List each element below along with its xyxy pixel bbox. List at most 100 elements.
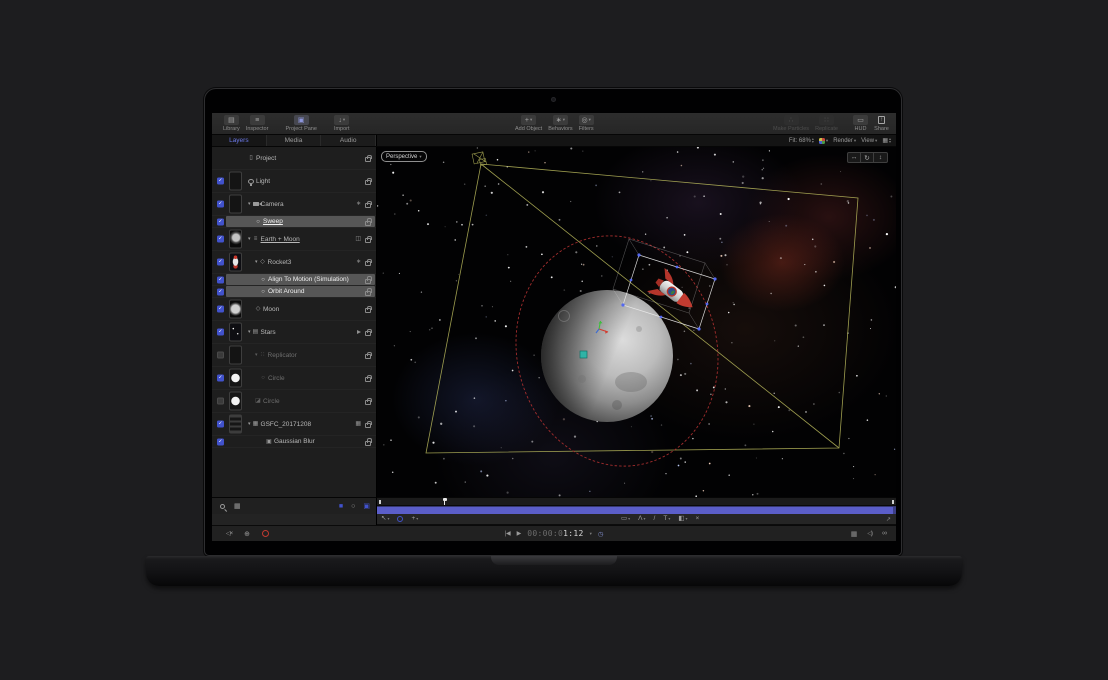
playhead[interactable] xyxy=(444,499,445,505)
tab-media[interactable]: Media xyxy=(267,135,322,146)
show-behaviors-toggle[interactable]: ○ xyxy=(351,503,355,510)
3d-view-tools[interactable]: ↔ ↻ ↕ xyxy=(847,152,888,163)
inspector-button[interactable]: ≡ Inspector xyxy=(246,113,269,134)
thumbnail-view-icon[interactable]: ▦ xyxy=(234,502,241,510)
chevron-down-icon[interactable]: ▾ xyxy=(590,531,592,537)
layer-row-sweep[interactable]: ✓○Sweep xyxy=(212,216,376,228)
rectangle-tool[interactable]: ▭▾ xyxy=(621,516,630,523)
layer-activation-checkbox[interactable]: ✓ xyxy=(217,218,224,225)
layer-activation-checkbox[interactable]: ✓ xyxy=(217,201,224,208)
layout-menu[interactable]: ▦▴▾ xyxy=(882,137,891,144)
layer-row-project[interactable]: ▯Project xyxy=(212,147,376,170)
add-object-button[interactable]: +▾ Add Object xyxy=(515,113,542,134)
layer-activation-checkbox[interactable]: ✓ xyxy=(217,438,224,445)
timecode-mode-icon[interactable]: ◷ xyxy=(598,530,604,538)
previous-frame-button[interactable]: |◀ xyxy=(504,531,510,537)
orbit-3d-icon[interactable]: ↻ xyxy=(861,153,874,162)
mute-icon[interactable]: ◁× xyxy=(226,530,232,537)
layer-activation-checkbox[interactable]: ✓ xyxy=(217,276,224,283)
project-pane-button[interactable]: ▣ Project Pane xyxy=(285,113,317,134)
layer-activation-checkbox[interactable] xyxy=(217,398,224,405)
filters-button[interactable]: ◎▾ Filters xyxy=(579,113,594,134)
layer-row-gsfc-20171208[interactable]: ✓▾▦GSFC_20171208▦ xyxy=(212,413,376,436)
show-layers-toggle[interactable]: ■ xyxy=(339,503,343,510)
search-icon[interactable] xyxy=(220,504,225,509)
replicate-button[interactable]: ∷ Replicate xyxy=(815,113,838,134)
layer-activation-checkbox[interactable]: ✓ xyxy=(217,178,224,185)
layer-activation-checkbox[interactable]: ✓ xyxy=(217,421,224,428)
out-point-marker[interactable] xyxy=(892,500,894,504)
lock-icon[interactable] xyxy=(365,441,371,446)
timeline-scrubber[interactable] xyxy=(377,497,896,506)
canvas-viewport[interactable]: Perspective▾ ↔ ↻ ↕ xyxy=(377,147,896,497)
in-point-marker[interactable] xyxy=(379,500,381,504)
layer-row-light[interactable]: ✓Light xyxy=(212,170,376,193)
layer-row-circle[interactable]: ◪Circle xyxy=(212,390,376,413)
behaviors-button[interactable]: ∗▾ Behaviors xyxy=(548,113,572,134)
lock-icon[interactable] xyxy=(365,377,371,382)
anchor-crosshair-icon[interactable]: ⊕ xyxy=(244,530,250,538)
layer-activation-checkbox[interactable]: ✓ xyxy=(217,288,224,295)
disclosure-triangle-icon[interactable]: ▾ xyxy=(255,259,258,265)
tab-layers[interactable]: Layers xyxy=(212,135,267,146)
disclosure-triangle-icon[interactable]: ▾ xyxy=(248,421,251,427)
make-particles-button[interactable]: ∴ Make Particles xyxy=(773,113,809,134)
layer-row-earth-moon[interactable]: ✓▾≡Earth + Moon◫ xyxy=(212,228,376,251)
layer-row-orbit-around[interactable]: ✓○Orbit Around xyxy=(212,286,376,298)
layer-activation-checkbox[interactable]: ✓ xyxy=(217,329,224,336)
view-menu[interactable]: View▾ xyxy=(861,138,877,144)
lock-icon[interactable] xyxy=(365,203,371,208)
layer-activation-checkbox[interactable]: ✓ xyxy=(217,236,224,243)
blend-icon[interactable]: ◫ xyxy=(355,236,361,242)
layer-row-replicator[interactable]: ▾∷Replicator xyxy=(212,344,376,367)
lock-icon[interactable] xyxy=(365,400,371,405)
layer-row-gaussian-blur[interactable]: ✓▣Gaussian Blur xyxy=(212,436,376,448)
layer-activation-checkbox[interactable]: ✓ xyxy=(217,375,224,382)
disclosure-triangle-icon[interactable]: ▾ xyxy=(255,352,258,358)
lock-icon[interactable] xyxy=(365,291,371,296)
line-tool[interactable]: / xyxy=(654,516,656,523)
lock-icon[interactable] xyxy=(365,331,371,336)
layer-activation-checkbox[interactable] xyxy=(217,352,224,359)
import-button[interactable]: ↓▾ Import xyxy=(334,113,350,134)
gear-icon[interactable]: ∗ xyxy=(356,259,361,265)
fit-zoom-menu[interactable]: Fit: 68%▴▾ xyxy=(789,138,814,144)
layer-row-rocket3[interactable]: ✓▾◇Rocket3∗ xyxy=(212,251,376,274)
show-timeline-icon[interactable]: ▦ xyxy=(851,530,858,538)
share-button[interactable]: ↑ Share xyxy=(874,113,889,134)
play-button[interactable]: ▶ xyxy=(517,531,522,537)
audio-icon[interactable]: ◁) xyxy=(867,530,872,537)
lock-icon[interactable] xyxy=(365,423,371,428)
record-button[interactable] xyxy=(262,530,269,537)
disclosure-triangle-icon[interactable]: ▾ xyxy=(248,201,251,207)
render-menu[interactable]: Render▾ xyxy=(833,138,856,144)
lock-icon[interactable] xyxy=(365,221,371,226)
dolly-3d-icon[interactable]: ↕ xyxy=(874,153,887,162)
timecode-display[interactable]: 00:00:01:12 xyxy=(527,529,583,538)
pan-3d-icon[interactable]: ↔ xyxy=(848,153,861,162)
mask-tool[interactable]: ◧▾ xyxy=(678,516,687,523)
library-button[interactable]: ▤ Library xyxy=(223,113,240,134)
lock-icon[interactable] xyxy=(365,238,371,243)
select-transform-tool[interactable]: ↖▾ xyxy=(381,516,389,523)
lock-icon[interactable] xyxy=(365,157,371,162)
loop-icon[interactable]: ∞ xyxy=(882,530,887,537)
layer-activation-checkbox[interactable]: ✓ xyxy=(217,306,224,313)
layer-row-stars[interactable]: ✓▾▤Stars xyxy=(212,321,376,344)
lock-icon[interactable] xyxy=(365,308,371,313)
media-icon[interactable]: ▦ xyxy=(355,421,361,427)
pan-zoom-tool[interactable]: +▾ xyxy=(411,516,418,523)
lock-icon[interactable] xyxy=(365,279,371,284)
lock-icon[interactable] xyxy=(365,180,371,185)
layer-row-align-to-motion-simulation-[interactable]: ✓○Align To Motion (Simulation) xyxy=(212,274,376,286)
slice-tool[interactable]: × xyxy=(696,516,700,523)
disclosure-triangle-icon[interactable]: ▾ xyxy=(248,236,251,242)
flag-icon[interactable] xyxy=(357,330,361,334)
lock-icon[interactable] xyxy=(365,354,371,359)
tab-audio[interactable]: Audio xyxy=(321,135,376,146)
gear-icon[interactable]: ∗ xyxy=(356,201,361,207)
layer-row-circle[interactable]: ✓○Circle xyxy=(212,367,376,390)
text-tool[interactable]: T▾ xyxy=(663,516,670,523)
camera-view-menu[interactable]: Perspective▾ xyxy=(381,151,427,162)
adjust-3d-transform-tool[interactable] xyxy=(397,516,403,522)
